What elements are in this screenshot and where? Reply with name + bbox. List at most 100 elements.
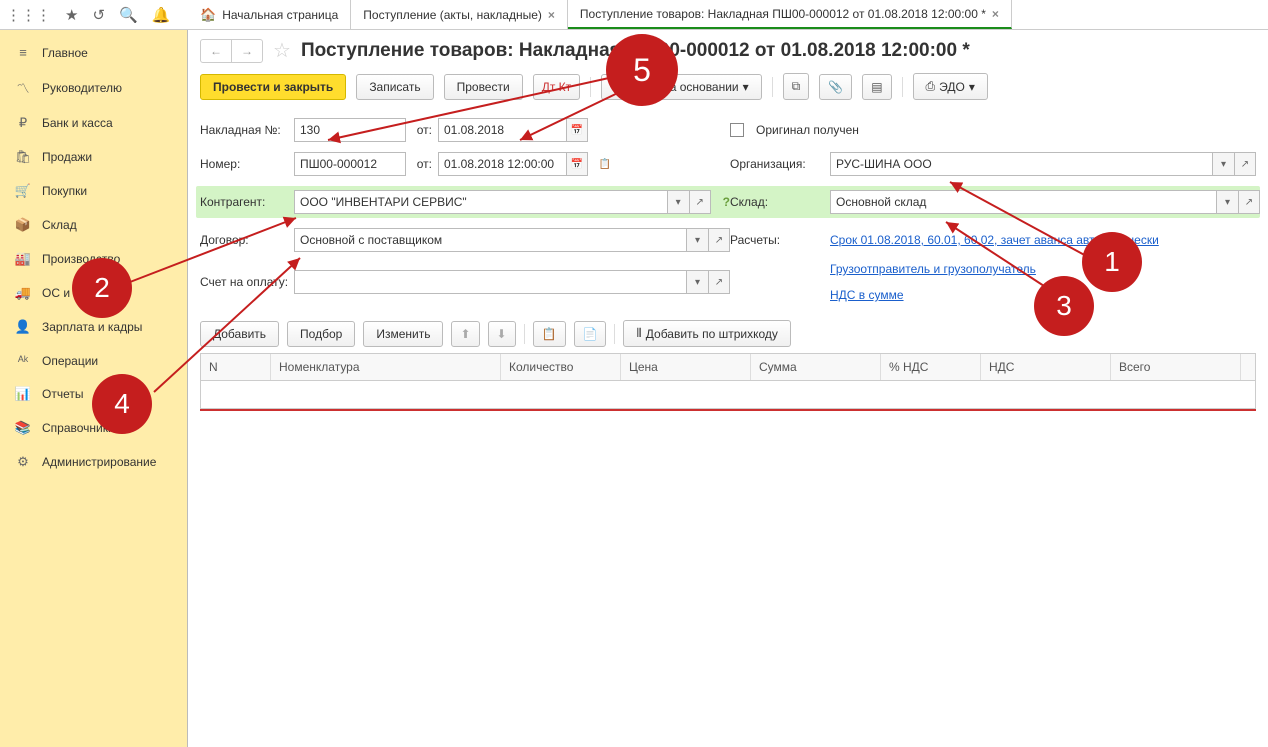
sidebar-icon: 📚 (14, 420, 32, 436)
calculations-label: Расчеты: (730, 233, 824, 247)
annotation-marker-4: 4 (92, 374, 152, 434)
close-icon[interactable]: × (992, 7, 999, 21)
calendar-icon[interactable]: 📅 (566, 152, 588, 176)
column-header[interactable]: Цена (621, 354, 751, 380)
column-header[interactable]: Номенклатура (271, 354, 501, 380)
move-up-button[interactable]: ⬆ (451, 321, 479, 347)
nav-back-forward[interactable]: ←→ (200, 39, 263, 63)
sidebar-icon: ᴬᵏ (14, 353, 32, 368)
sidebar-icon: 🛒 (14, 183, 32, 199)
vat-mode-link[interactable]: НДС в сумме (830, 288, 1036, 302)
original-received-label: Оригинал получен (756, 123, 859, 137)
number-date-input[interactable]: 01.08.2018 12:00:00 (438, 152, 566, 176)
sidebar-icon: ≡ (14, 45, 32, 60)
apps-icon[interactable]: ⋮⋮⋮ (6, 6, 51, 24)
invoice-date-input[interactable]: 01.08.2018 (438, 118, 566, 142)
copy-button[interactable]: 📋 (533, 321, 566, 347)
sidebar-icon: 🚚 (14, 285, 32, 301)
sidebar-item-label: Банк и касса (42, 116, 113, 130)
sidebar-icon: ₽ (14, 115, 32, 131)
open-icon[interactable]: ↗ (1234, 152, 1256, 176)
sidebar-item-label: Склад (42, 218, 77, 232)
sidebar-item-label: Администрирование (42, 455, 156, 469)
tab-home[interactable]: 🏠Начальная страница (188, 0, 351, 29)
sidebar-icon: 🛍 (14, 149, 32, 165)
dropdown-icon[interactable]: ▾ (1216, 190, 1238, 214)
column-header[interactable]: % НДС (881, 354, 981, 380)
tab-receipts[interactable]: Поступление (акты, накладные)× (351, 0, 568, 29)
shipper-consignee-link[interactable]: Грузоотправитель и грузополучатель (830, 262, 1036, 276)
column-header[interactable]: Всего (1111, 354, 1241, 380)
calendar-icon[interactable]: 📅 (566, 118, 588, 142)
post-and-close-button[interactable]: Провести и закрыть (200, 74, 346, 100)
sidebar-item-label: Покупки (42, 184, 87, 198)
back-icon[interactable]: ← (201, 40, 232, 62)
save-button[interactable]: Записать (356, 74, 433, 100)
column-header[interactable]: Количество (501, 354, 621, 380)
contract-input[interactable]: Основной с поставщиком (294, 228, 686, 252)
post-button[interactable]: Провести (444, 74, 523, 100)
invoice-no-input[interactable]: 130 (294, 118, 406, 142)
close-icon[interactable]: × (548, 8, 555, 22)
star-icon[interactable]: ★ (65, 6, 78, 24)
search-icon[interactable]: 🔍 (119, 6, 138, 24)
sidebar-icon: 📊 (14, 386, 32, 402)
sidebar: ≡ Главное 〽Руководителю ₽ Банк и касса 🛍Прода… (0, 30, 188, 747)
history-icon[interactable]: ↺ (92, 6, 105, 24)
sidebar-item-11[interactable]: 📚Справочники (0, 411, 187, 445)
sidebar-item-5[interactable]: 📦Склад (0, 208, 187, 242)
column-header[interactable]: Сумма (751, 354, 881, 380)
open-icon[interactable]: ↗ (1238, 190, 1260, 214)
number-input[interactable]: ПШ00-000012 (294, 152, 406, 176)
forward-icon[interactable]: → (232, 40, 262, 62)
sidebar-item-4[interactable]: 🛒 Покупки (0, 174, 187, 208)
dropdown-icon[interactable]: ▾ (1212, 152, 1234, 176)
add-by-barcode-button[interactable]: ⦀ Добавить по штрихкоду (623, 320, 790, 347)
edo-button[interactable]: ⎙ ЭДО ▾ (913, 73, 988, 100)
counterparty-input[interactable]: ООО "ИНВЕНТАРИ СЕРВИС" (294, 190, 667, 214)
dropdown-icon[interactable]: ▾ (686, 270, 708, 294)
table-body[interactable] (200, 381, 1256, 409)
favorite-star-icon[interactable]: ☆ (273, 38, 291, 63)
move-down-button[interactable]: ⬇ (488, 321, 516, 347)
home-icon: 🏠 (200, 7, 216, 23)
sidebar-icon: 👤 (14, 319, 32, 335)
payment-invoice-label: Счет на оплату: (200, 275, 288, 289)
sidebar-item-2[interactable]: ₽ Банк и касса (0, 106, 187, 140)
change-button[interactable]: Изменить (363, 321, 443, 347)
bell-icon[interactable]: 🔔 (152, 6, 171, 24)
paste-button[interactable]: 📄 (574, 321, 607, 347)
pick-button[interactable]: Подбор (287, 321, 355, 347)
open-icon[interactable]: ↗ (708, 270, 730, 294)
dt-kt-button[interactable]: Дт Кт (533, 74, 580, 100)
annotation-marker-1: 1 (1082, 232, 1142, 292)
sidebar-icon: 〽 (14, 78, 32, 97)
sidebar-item-label: Главное (42, 46, 88, 60)
sidebar-item-label: Зарплата и кадры (42, 320, 142, 334)
column-header[interactable]: НДС (981, 354, 1111, 380)
attach-button[interactable]: 📎 (819, 74, 852, 100)
dropdown-icon[interactable]: ▾ (686, 228, 708, 252)
payment-invoice-input[interactable] (294, 270, 686, 294)
open-icon[interactable]: ↗ (708, 228, 730, 252)
organization-label: Организация: (730, 157, 824, 171)
help-icon[interactable]: ? (723, 195, 730, 209)
number-label: Номер: (200, 157, 288, 171)
organization-input[interactable]: РУС-ШИНА ООО (830, 152, 1212, 176)
sidebar-item-0[interactable]: ≡ Главное (0, 36, 187, 69)
dropdown-icon[interactable]: ▾ (667, 190, 689, 214)
add-row-button[interactable]: Добавить (200, 321, 279, 347)
tab-receipt-doc[interactable]: Поступление товаров: Накладная ПШ00-0000… (568, 0, 1012, 29)
sidebar-item-12[interactable]: ⚙Администрирование (0, 445, 187, 479)
column-header[interactable]: N (201, 354, 271, 380)
sidebar-item-1[interactable]: 〽Руководителю (0, 69, 187, 106)
structure-button[interactable]: ⧉ (783, 73, 810, 100)
sidebar-item-9[interactable]: ᴬᵏОперации (0, 344, 187, 377)
open-icon[interactable]: ↗ (689, 190, 711, 214)
sidebar-item-3[interactable]: 🛍Продажи (0, 140, 187, 174)
warehouse-input[interactable]: Основной склад (830, 190, 1216, 214)
refresh-icon[interactable]: 📋 (594, 152, 616, 176)
report-button[interactable]: ▤ (862, 74, 891, 100)
warehouse-label: Склад: (730, 195, 824, 209)
original-received-checkbox[interactable] (730, 123, 744, 137)
